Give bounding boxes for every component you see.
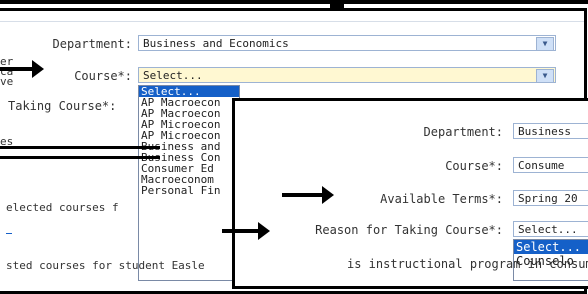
course-select[interactable]: Select... ▼: [138, 67, 556, 83]
front-department-label: Department:: [423, 125, 503, 139]
available-terms-select[interactable]: Spring 20: [513, 190, 588, 206]
available-terms-value: Spring 20: [518, 192, 578, 205]
reason-value: Select...: [518, 223, 578, 236]
top-border-line: [0, 0, 588, 4]
reason-label: Reason for Taking Course*:: [315, 223, 503, 237]
pointer-arrow: [282, 186, 334, 204]
selected-courses-text: elected courses f: [6, 201, 119, 214]
back-panel-divider: [0, 21, 584, 22]
program-description-text: is instructional program in consum: [347, 257, 588, 271]
reason-option[interactable]: Select...: [514, 240, 588, 254]
front-course-label: Course*:: [445, 159, 503, 173]
department-label: Department:: [52, 37, 132, 51]
course-value: Select...: [143, 69, 203, 82]
front-department-value: Business: [518, 125, 571, 138]
course-option[interactable]: Personal Fin: [139, 185, 239, 196]
pointer-arrow: [0, 60, 44, 78]
chevron-down-icon[interactable]: ▼: [536, 37, 554, 50]
left-text-fragment: ve: [0, 75, 14, 88]
reason-select[interactable]: Select...: [513, 221, 588, 237]
reason-label-fragment: Taking Course*:: [8, 99, 117, 113]
front-course-select[interactable]: Consume: [513, 157, 588, 173]
chevron-down-icon[interactable]: ▼: [536, 69, 554, 82]
pointer-arrow: [222, 222, 270, 240]
listed-courses-text: sted courses for student Easle: [6, 259, 205, 272]
available-terms-label: Available Terms*:: [380, 192, 503, 206]
department-value: Business and Economics: [143, 37, 289, 50]
front-course-value: Consume: [518, 159, 565, 172]
separator-line: [0, 156, 160, 159]
course-label: Course*:: [74, 69, 132, 83]
department-select[interactable]: Business and Economics ▼: [138, 35, 556, 51]
back-link-underline: [6, 233, 12, 234]
front-department-select[interactable]: Business: [513, 123, 588, 139]
course-options-list[interactable]: Select... AP Macroecon AP Macroecon AP M…: [138, 85, 240, 281]
separator-line: [0, 146, 160, 149]
